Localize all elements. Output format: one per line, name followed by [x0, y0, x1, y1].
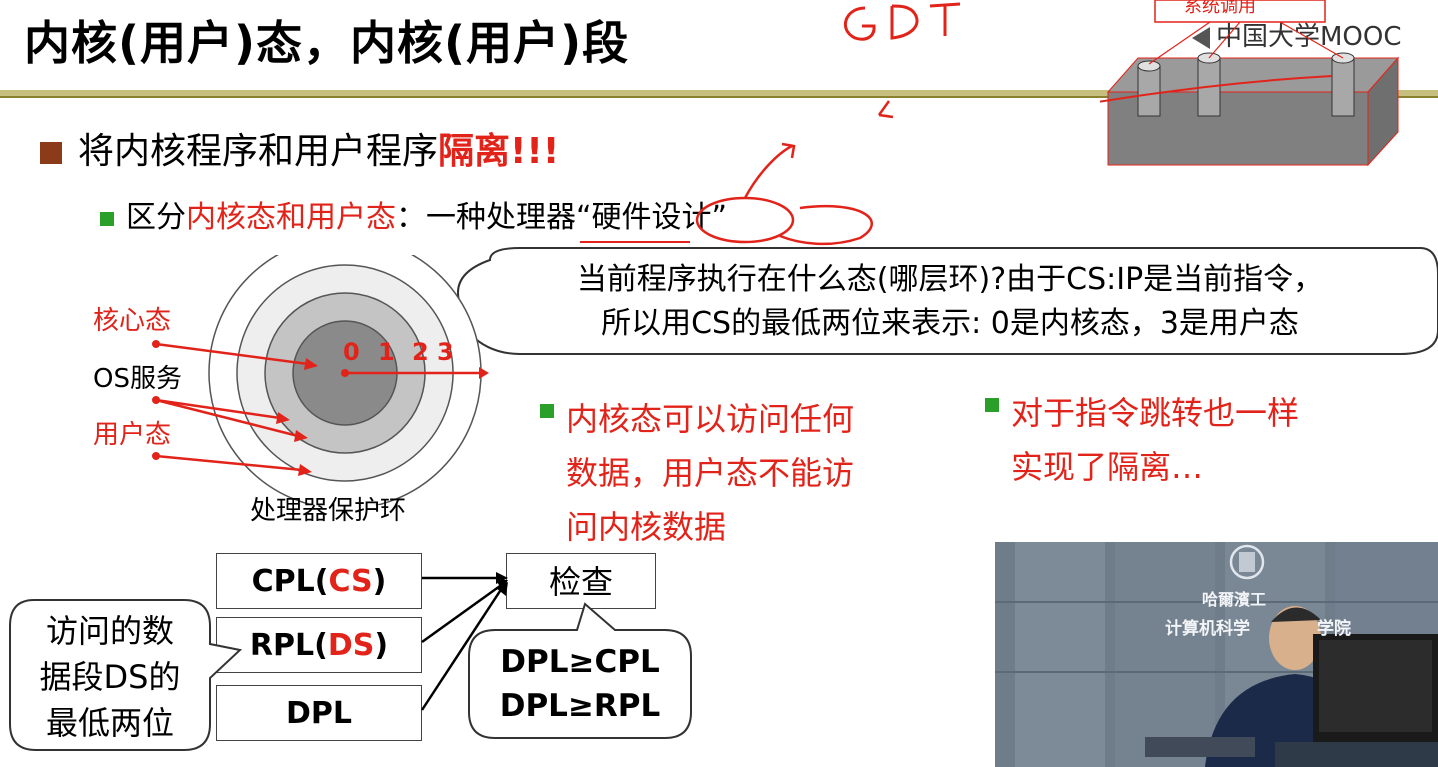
bubble-text: 当前程序执行在什么态(哪层环)?由于CS:IP是当前指令， 所以用CS的最低两位…: [470, 258, 1430, 346]
video-sign-end: 学院: [1317, 619, 1351, 639]
rpl-suffix: ): [374, 628, 389, 663]
handwritten-gdt-scribble: [843, 2, 961, 41]
handwritten-circle-annotation: [580, 142, 873, 246]
ring-label-arrows: [152, 340, 318, 476]
note-line-1: 访问的数: [45, 612, 174, 650]
point-left-line-3: 问内核数据: [566, 508, 727, 546]
rule-line-2: DPL≥RPL: [499, 688, 661, 724]
bullet-square-icon: [985, 398, 999, 412]
bullet1-prefix: 将内核程序和用户程序: [78, 131, 439, 172]
system-call-block-diagram: [1100, 0, 1400, 167]
ring-number-3: 3: [437, 338, 454, 366]
note-text: 访问的数 据段DS的 最低两位: [10, 608, 210, 746]
rpl-box: RPL(DS): [216, 617, 422, 673]
rings-caption: 处理器保护环: [250, 496, 407, 526]
note-line-3: 最低两位: [45, 704, 174, 742]
point-left-line-1: 内核态可以访问任何: [566, 400, 855, 438]
slide-title: 内核(用户)态，内核(用户)段: [24, 16, 629, 71]
point-kernel-access: 内核态可以访问任何 数据，用户态不能访 问内核数据: [540, 392, 854, 554]
rpl-prefix: RPL(: [249, 628, 328, 663]
lecturer-video: 哈爾濱工 计算机科学 学院: [995, 542, 1438, 767]
rpl-register: DS: [327, 628, 375, 663]
dpl-box: DPL: [216, 685, 422, 741]
bullet-square-icon: [40, 142, 62, 164]
ring-number-0: 0: [343, 338, 360, 366]
note-line-2: 据段DS的: [39, 658, 181, 696]
slide-title-text: 内核(用户)态，内核(用户)段: [24, 16, 630, 70]
ring-number-1: 1: [378, 338, 395, 366]
bullet2-prefix: 区分: [126, 200, 186, 235]
bubble-line-1: 当前程序执行在什么态(哪层环)?由于CS:IP是当前指令，: [576, 262, 1324, 297]
ring-number-2: 2: [412, 338, 429, 366]
rule-line-1: DPL≥CPL: [500, 644, 660, 680]
cpl-register: CS: [328, 564, 373, 599]
point-right-line-2: 实现了隔离…: [1011, 448, 1204, 486]
bubble-line-2: 所以用CS的最低两位来表示: 0是内核态，3是用户态: [601, 306, 1299, 341]
lecturer-video-frame: [995, 542, 1438, 767]
handwritten-arrow-head: [877, 100, 894, 119]
point-jump-isolation: 对于指令跳转也一样 实现了隔离…: [985, 386, 1299, 494]
point-right-line-1: 对于指令跳转也一样: [1011, 394, 1300, 432]
video-sign-top: 哈爾濱工: [1202, 590, 1267, 609]
bullet-square-icon: [100, 211, 114, 226]
cpl-box: CPL(CS): [216, 553, 422, 609]
video-sign-bottom: 计算机科学: [1165, 619, 1250, 639]
cpl-suffix: ): [372, 564, 387, 599]
bullet1-highlight: 隔离!!!: [438, 131, 560, 172]
bullet2-highlight: 内核态和用户态: [186, 200, 396, 235]
bullet-square-icon: [540, 404, 554, 418]
cpl-prefix: CPL(: [251, 564, 329, 599]
system-call-label: 系统调用: [1184, 0, 1256, 17]
bullet-isolate-kernel-user: 将内核程序和用户程序隔离!!!: [40, 130, 559, 173]
point-left-line-2: 数据，用户态不能访: [566, 454, 855, 492]
rule-text: DPL≥CPL DPL≥RPL: [465, 640, 695, 728]
